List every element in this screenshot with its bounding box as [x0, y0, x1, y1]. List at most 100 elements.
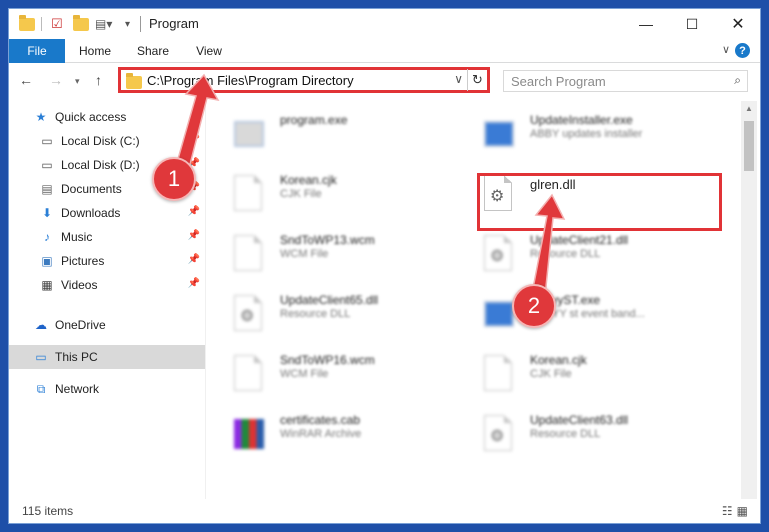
sidebar-item-this-pc[interactable]: ▭ This PC [9, 345, 205, 369]
title-divider [140, 16, 141, 32]
large-icons-view-icon[interactable]: ▦ [737, 504, 752, 518]
pin-icon[interactable]: 📌 [188, 278, 200, 289]
download-icon: ⬇ [41, 206, 53, 220]
sidebar-item-label: Pictures [61, 254, 105, 268]
file-name: Korean.cjk [280, 173, 337, 187]
item-count: 115 items [22, 504, 74, 518]
quick-access-divider [41, 17, 42, 31]
chevron-down-icon[interactable]: ▾ [125, 14, 130, 34]
exe-file-icon [484, 115, 516, 155]
sidebar-item-videos[interactable]: ▦ Videos 📌 [39, 273, 204, 297]
sidebar-item-onedrive[interactable]: ☁ OneDrive [33, 313, 204, 337]
pin-icon[interactable]: 📌 [188, 134, 200, 145]
sidebar-item-label: Local Disk (D:) [61, 158, 140, 172]
document-file-icon [234, 175, 266, 215]
close-button[interactable]: ✕ [715, 9, 760, 39]
status-bar: 115 items ☷▦ [9, 499, 760, 523]
file-name: program.exe [280, 113, 348, 127]
search-input[interactable]: Search Program ⌕ [503, 70, 748, 92]
back-icon[interactable]: ← [19, 72, 33, 88]
address-text[interactable]: C:\Program Files\Program Directory [147, 73, 354, 88]
file-item[interactable]: SndToWP13.wcm WCM File [214, 231, 464, 287]
chevron-down-icon[interactable]: ∨ [454, 72, 463, 86]
tab-file[interactable]: File [9, 39, 65, 63]
highlight-box [477, 173, 722, 231]
minimize-button[interactable]: — [623, 9, 669, 39]
scrollbar-thumb[interactable] [744, 121, 754, 171]
details-view-icon[interactable]: ☷ [722, 504, 737, 518]
file-item[interactable]: SndToWP16.wcm WCM File [214, 351, 464, 407]
file-name: UpdateClient63.dll [530, 413, 629, 427]
title-bar: ☑ ▤▾ ▾ Program — ☐ ✕ [9, 9, 760, 39]
ribbon-tabs: File Home Share View ∨ ? [9, 39, 760, 63]
file-item[interactable]: AbbyyST.exe ABBYY st event band... [464, 291, 714, 347]
sidebar-item-label: Network [55, 382, 100, 396]
file-item[interactable]: certificates.cab WinRAR Archive [214, 411, 464, 467]
scroll-up-icon[interactable]: ▲ [745, 104, 753, 113]
file-type: CJK File [530, 368, 572, 380]
search-placeholder: Search Program [511, 74, 606, 89]
pin-icon[interactable]: 📌 [188, 254, 200, 265]
file-name: UpdateClient21.dll [530, 233, 629, 247]
file-type: Resource DLL [530, 428, 601, 440]
sidebar-item-quick-access[interactable]: ★ Quick access [33, 105, 204, 129]
documents-icon: ▤ [41, 182, 53, 196]
network-icon: ⧉ [36, 381, 46, 396]
file-item[interactable]: Korean.cjk CJK File [464, 351, 714, 407]
forward-icon[interactable]: → [49, 72, 63, 88]
expand-ribbon-icon[interactable]: ∨ [722, 43, 730, 56]
drive-icon: ▭ [41, 158, 53, 172]
pin-icon[interactable]: 📌 [188, 230, 200, 241]
file-name: SndToWP16.wcm [280, 353, 375, 367]
sidebar-item-network[interactable]: ⧉ Network [33, 377, 204, 401]
file-type: WCM File [280, 368, 329, 380]
computer-icon: ▭ [35, 350, 47, 364]
file-name: UpdateInstaller.exe [530, 113, 633, 127]
tab-home[interactable]: Home [67, 39, 123, 63]
document-file-icon [484, 355, 516, 395]
maximize-button[interactable]: ☐ [669, 9, 715, 39]
refresh-icon[interactable]: ↻ [467, 69, 487, 91]
sidebar-item-label: Music [61, 230, 93, 244]
search-icon[interactable]: ⌕ [734, 73, 741, 88]
vertical-scrollbar[interactable]: ▲ ▼ [741, 101, 757, 511]
pin-icon[interactable]: 📌 [188, 206, 200, 217]
file-item[interactable]: ⚙ UpdateClient65.dll Resource DLL [214, 291, 464, 347]
videos-icon: ▦ [41, 278, 53, 292]
recent-locations-icon[interactable]: ▾ [75, 76, 80, 87]
star-icon: ★ [35, 110, 47, 124]
address-bar[interactable]: C:\Program Files\Program Directory ∨ ↻ [118, 67, 490, 93]
file-type: CJK File [280, 188, 322, 200]
pane-divider [205, 101, 206, 511]
file-view: program.exe UpdateInstaller.exe ABBY upd… [214, 101, 744, 511]
tab-view[interactable]: View [181, 39, 237, 63]
file-item[interactable]: UpdateInstaller.exe ABBY updates install… [464, 111, 714, 167]
properties-icon[interactable]: ☑ [51, 14, 63, 34]
file-name: Korean.cjk [530, 353, 587, 367]
sidebar-item-pictures[interactable]: ▣ Pictures 📌 [39, 249, 204, 273]
file-type: WinRAR Archive [280, 428, 362, 440]
explorer-window: ☑ ▤▾ ▾ Program — ☐ ✕ File Home Share Vie… [8, 8, 761, 524]
sidebar-item-label: Videos [61, 278, 98, 292]
folder-icon[interactable] [19, 14, 35, 34]
document-file-icon [234, 235, 266, 275]
tab-share[interactable]: Share [125, 39, 181, 63]
sidebar-item-label: Documents [61, 182, 122, 196]
file-type: ABBY updates installer [530, 128, 643, 140]
file-item[interactable]: Korean.cjk CJK File [214, 171, 464, 227]
file-item[interactable]: program.exe [214, 111, 464, 167]
sidebar-item-downloads[interactable]: ⬇ Downloads 📌 [39, 201, 204, 225]
sidebar-item-local-disk-c[interactable]: ▭ Local Disk (C:) 📌 [39, 129, 204, 153]
folder-icon [126, 73, 142, 89]
pictures-icon: ▣ [41, 254, 53, 268]
sidebar-item-music[interactable]: ♪ Music 📌 [39, 225, 204, 249]
file-type: Resource DLL [280, 308, 351, 320]
up-icon[interactable]: ↑ [95, 72, 102, 88]
file-item[interactable]: ⚙ UpdateClient63.dll Resource DLL [464, 411, 714, 467]
exe-file-icon [234, 115, 266, 155]
new-folder-icon[interactable] [73, 14, 89, 34]
file-item[interactable]: ⚙ UpdateClient21.dll Resource DLL [464, 231, 714, 287]
help-icon[interactable]: ? [735, 43, 750, 58]
view-toggle: ☷▦ [722, 504, 752, 518]
customize-toolbar-icon[interactable]: ▤▾ [95, 14, 112, 34]
